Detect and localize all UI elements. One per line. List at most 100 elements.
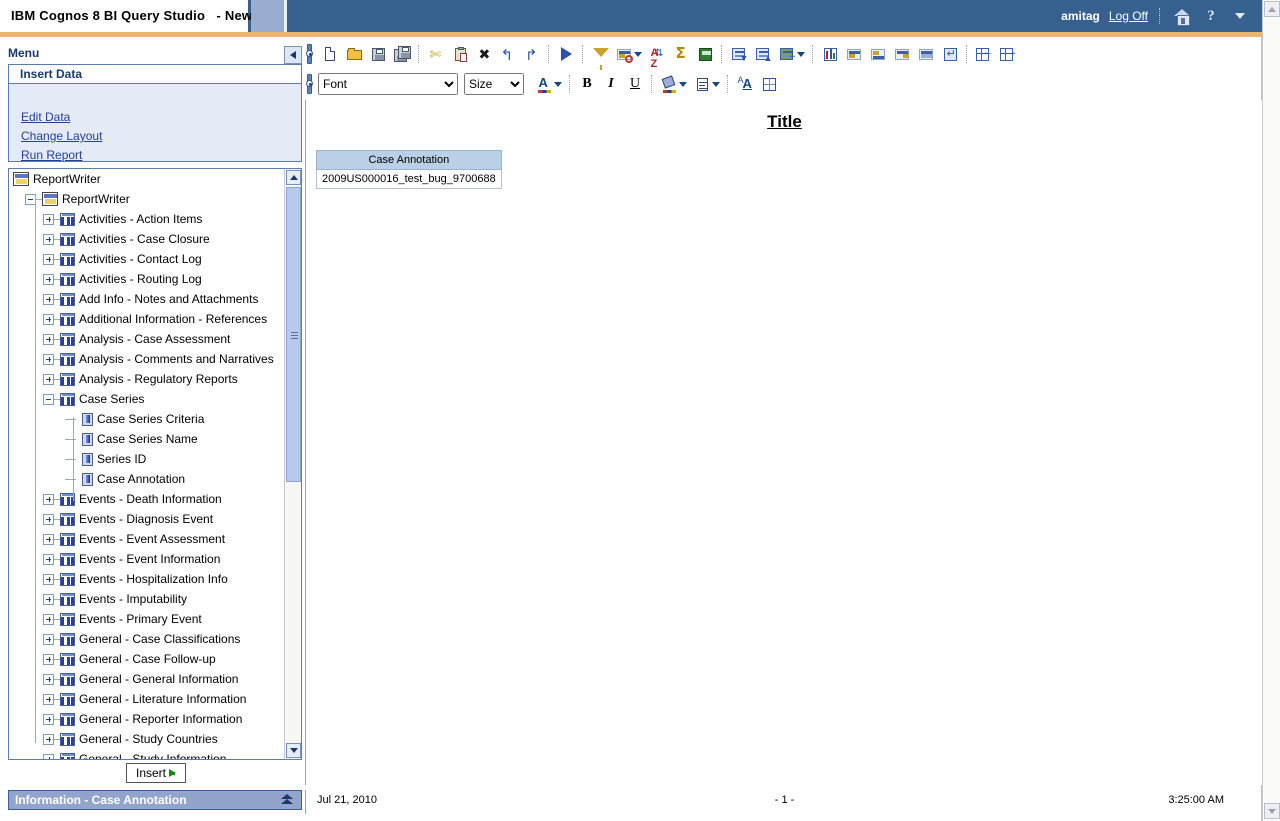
- open-icon[interactable]: [342, 42, 366, 66]
- ungroup-icon[interactable]: ▲: [751, 42, 775, 66]
- footer-icon[interactable]: [914, 42, 938, 66]
- expand-node-icon[interactable]: [43, 373, 54, 385]
- expand-node-icon[interactable]: [43, 213, 54, 225]
- tree-item[interactable]: General - Reporter Information: [9, 709, 285, 729]
- tree-item[interactable]: General - Study Countries: [9, 729, 285, 749]
- chevron-down-icon[interactable]: [797, 51, 805, 57]
- remove-filter-icon[interactable]: [612, 42, 636, 66]
- undo-icon[interactable]: ↰: [496, 42, 520, 66]
- font-color-caret-icon[interactable]: [554, 81, 562, 87]
- toolbar-drag-grip[interactable]: [305, 44, 314, 64]
- tree-item[interactable]: Case Annotation: [9, 469, 285, 489]
- tree-item[interactable]: General - Literature Information: [9, 689, 285, 709]
- new-icon[interactable]: [318, 42, 342, 66]
- expand-node-icon[interactable]: [43, 593, 54, 605]
- window-scrollbar[interactable]: [1262, 0, 1280, 821]
- menu-item-run-report[interactable]: Run Report: [21, 148, 82, 162]
- home-icon[interactable]: [1172, 6, 1192, 26]
- font-color-icon[interactable]: A: [532, 72, 556, 96]
- chart-icon[interactable]: [818, 42, 842, 66]
- expand-node-icon[interactable]: [43, 493, 54, 505]
- report-title[interactable]: Title: [306, 112, 1262, 132]
- expand-node-icon[interactable]: [43, 233, 54, 245]
- redo-icon[interactable]: ↰: [520, 42, 544, 66]
- tree-item[interactable]: Add Info - Notes and Attachments: [9, 289, 285, 309]
- font-style-icon[interactable]: A A: [733, 72, 757, 96]
- insert-button[interactable]: Insert: [126, 763, 186, 783]
- cut-icon[interactable]: ✄: [424, 42, 448, 66]
- expand-node-icon[interactable]: [43, 613, 54, 625]
- expand-group-icon[interactable]: →: [996, 42, 1020, 66]
- collapse-panel-button[interactable]: [284, 46, 302, 64]
- tree-item[interactable]: Events - Death Information: [9, 489, 285, 509]
- information-panel-header[interactable]: Information - Case Annotation: [8, 790, 302, 810]
- collapse-node-icon[interactable]: [43, 393, 54, 405]
- background-color-caret-icon[interactable]: [679, 81, 687, 87]
- borders-icon[interactable]: [757, 72, 781, 96]
- section-icon[interactable]: [842, 42, 866, 66]
- tree-item[interactable]: Case Series Name: [9, 429, 285, 449]
- tree-item[interactable]: Activities - Case Closure: [9, 229, 285, 249]
- bold-button[interactable]: B: [575, 72, 599, 96]
- italic-button[interactable]: I: [599, 72, 623, 96]
- background-color-icon[interactable]: [657, 72, 681, 96]
- tree-scrollbar[interactable]: [284, 169, 301, 759]
- expand-node-icon[interactable]: [43, 573, 54, 585]
- expand-node-icon[interactable]: [43, 653, 54, 665]
- tree-item[interactable]: ReportWriter: [9, 189, 285, 209]
- tree-item[interactable]: Series ID: [9, 449, 285, 469]
- tree-item[interactable]: Events - Primary Event: [9, 609, 285, 629]
- expand-node-icon[interactable]: [43, 553, 54, 565]
- tree-item[interactable]: General - Case Follow-up: [9, 649, 285, 669]
- pivot-icon[interactable]: +: [775, 42, 799, 66]
- expand-node-icon[interactable]: [43, 253, 54, 265]
- header-icon[interactable]: [890, 42, 914, 66]
- scrollbar-thumb[interactable]: [286, 187, 301, 482]
- expand-node-icon[interactable]: [43, 533, 54, 545]
- tree-item[interactable]: Activities - Action Items: [9, 209, 285, 229]
- double-chevron-up-icon[interactable]: [281, 793, 293, 807]
- tree-item[interactable]: Activities - Routing Log: [9, 269, 285, 289]
- table-cell[interactable]: 2009US000016_test_bug_9700688: [316, 169, 502, 189]
- expand-node-icon[interactable]: [43, 513, 54, 525]
- menu-item-insert-data[interactable]: Insert Data: [8, 64, 302, 84]
- expand-node-icon[interactable]: [43, 633, 54, 645]
- window-scroll-down-button[interactable]: [1264, 803, 1280, 819]
- toolbar-drag-grip-format[interactable]: [305, 74, 314, 94]
- collapse-group-icon[interactable]: ←: [972, 42, 996, 66]
- expand-node-icon[interactable]: [43, 693, 54, 705]
- report-table[interactable]: Case Annotation 2009US000016_test_bug_97…: [316, 150, 502, 189]
- tree-item[interactable]: Analysis - Regulatory Reports: [9, 369, 285, 389]
- filter-icon[interactable]: [588, 42, 612, 70]
- expand-node-icon[interactable]: [43, 753, 54, 759]
- tree-item[interactable]: Case Series Criteria: [9, 409, 285, 429]
- expand-node-icon[interactable]: [43, 313, 54, 325]
- sort-icon[interactable]: A Z ⇅: [645, 42, 669, 69]
- tree-item[interactable]: Events - Event Assessment: [9, 529, 285, 549]
- table-row[interactable]: 2009US000016_test_bug_9700688: [316, 169, 502, 189]
- save-icon[interactable]: [366, 42, 390, 66]
- data-tree[interactable]: ReportWriter ReportWriter Activities - Act…: [9, 169, 285, 759]
- alignment-caret-icon[interactable]: [712, 81, 720, 87]
- log-off-link[interactable]: Log Off: [1109, 9, 1148, 23]
- tree-item[interactable]: General - General Information: [9, 669, 285, 689]
- tree-item[interactable]: Additional Information - References: [9, 309, 285, 329]
- expand-node-icon[interactable]: [43, 713, 54, 725]
- chevron-down-icon[interactable]: [634, 51, 642, 57]
- swap-rows-columns-icon[interactable]: [938, 42, 962, 66]
- report-canvas[interactable]: Title Case Annotation 2009US000016_test_…: [305, 100, 1262, 785]
- font-select[interactable]: Font: [318, 73, 458, 95]
- summarize-icon[interactable]: Σ: [669, 42, 693, 66]
- expand-node-icon[interactable]: [43, 333, 54, 345]
- expand-node-icon[interactable]: [43, 273, 54, 285]
- section-break-icon[interactable]: [866, 42, 890, 66]
- table-column-header[interactable]: Case Annotation: [316, 150, 502, 170]
- alignment-icon[interactable]: [690, 72, 714, 96]
- tree-item[interactable]: Analysis - Case Assessment: [9, 329, 285, 349]
- tree-item[interactable]: Events - Imputability: [9, 589, 285, 609]
- expand-node-icon[interactable]: [43, 293, 54, 305]
- scroll-up-button[interactable]: [286, 170, 301, 185]
- menu-item-change-layout[interactable]: Change Layout: [21, 129, 102, 143]
- size-select[interactable]: Size: [464, 73, 524, 95]
- calculate-icon[interactable]: [693, 42, 717, 66]
